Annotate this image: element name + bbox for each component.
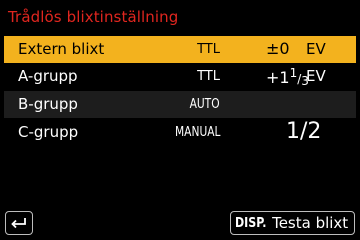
flash-mode-value: TTL: [197, 69, 220, 84]
row-label: C-grupp: [18, 123, 79, 141]
back-button[interactable]: [5, 211, 33, 235]
test-flash-button[interactable]: DISP. Testa blixt: [230, 211, 355, 235]
row-label: Extern blixt: [18, 40, 105, 58]
menu-row-a-grupp[interactable]: A-grupp TTL +11/3 EV: [4, 63, 356, 90]
flash-power-value: 1/2: [286, 119, 322, 144]
flash-mode-value: MANUAL: [174, 125, 220, 140]
page-title: Trådlös blixtinställning: [8, 8, 179, 26]
return-arrow-icon: [11, 218, 26, 229]
exposure-compensation-value: +11/3: [266, 66, 309, 88]
menu-row-b-grupp[interactable]: B-grupp AUTO: [4, 91, 356, 118]
flash-mode-value: TTL: [197, 42, 220, 57]
exposure-unit: EV: [306, 67, 326, 85]
flash-mode-value: AUTO: [189, 97, 220, 112]
test-flash-label: Testa blixt: [272, 214, 349, 232]
menu-row-extern-blixt[interactable]: Extern blixt TTL ±0 EV: [4, 36, 356, 63]
row-label: A-grupp: [18, 67, 78, 85]
value-integer: +1: [266, 68, 290, 87]
menu-row-c-grupp[interactable]: C-grupp MANUAL 1/2: [4, 119, 356, 146]
exposure-compensation-value: ±0: [266, 39, 290, 58]
exposure-unit: EV: [306, 40, 326, 58]
row-label: B-grupp: [18, 95, 78, 113]
disp-label: DISP.: [235, 215, 267, 231]
